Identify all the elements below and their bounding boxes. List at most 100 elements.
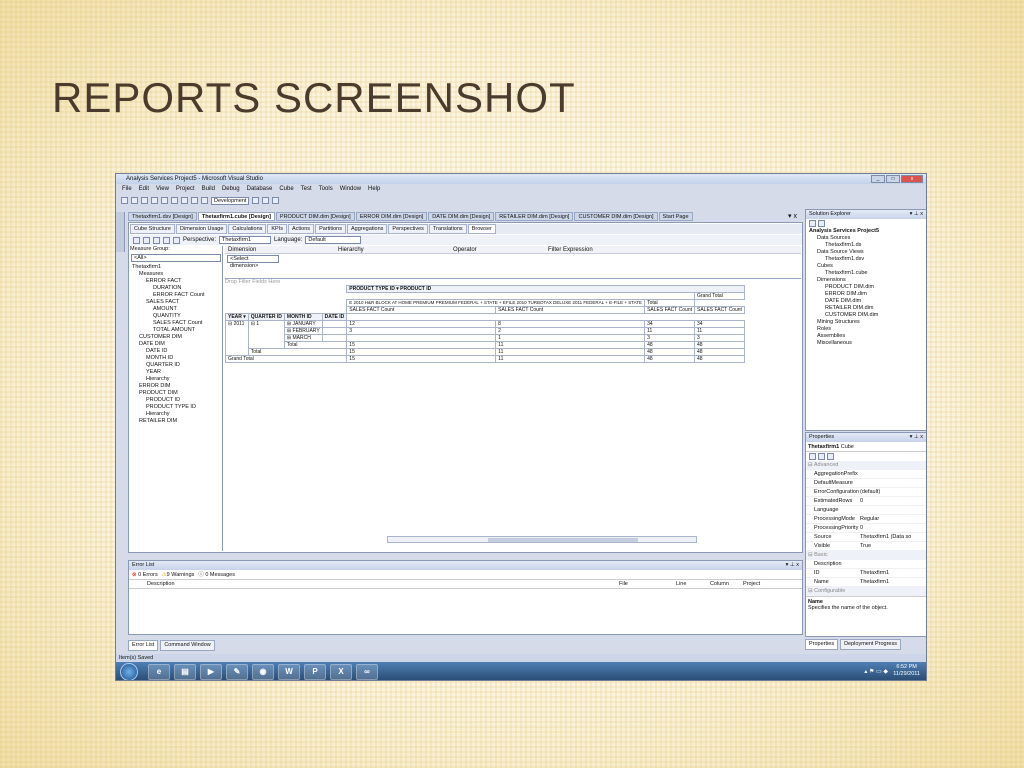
- clock[interactable]: 6:52 PM 11/29/2011: [893, 664, 920, 678]
- menu-item-build[interactable]: Build: [202, 185, 215, 194]
- property-row[interactable]: Language: [806, 506, 926, 515]
- firefox-icon[interactable]: ◉: [252, 664, 274, 680]
- designer-tab-aggregations[interactable]: Aggregations: [347, 224, 388, 234]
- property-value[interactable]: [858, 560, 926, 568]
- solution-tree-item[interactable]: DATE DIM.dim: [809, 298, 926, 305]
- designer-tab-translations[interactable]: Translations: [428, 224, 467, 234]
- doc-tab[interactable]: ERROR DIM.dim [Design]: [355, 212, 428, 221]
- ie-icon[interactable]: e: [148, 664, 170, 680]
- col-line[interactable]: Line: [676, 580, 710, 588]
- metadata-tree-item[interactable]: TOTAL AMOUNT: [130, 327, 222, 334]
- show-all-files-icon[interactable]: [809, 220, 816, 227]
- metadata-tree-item[interactable]: Hierarchy: [130, 411, 222, 418]
- menu-item-project[interactable]: Project: [176, 185, 195, 194]
- property-row[interactable]: EstimatedRows 0: [806, 497, 926, 506]
- metadata-tree-item[interactable]: Measures: [130, 271, 222, 278]
- pin-icon[interactable]: ▾ ⊥ x: [910, 210, 923, 219]
- metadata-tree-item[interactable]: CUSTOMER DIM: [130, 334, 222, 341]
- explorer-icon[interactable]: ▤: [174, 664, 196, 680]
- metadata-tree-item[interactable]: PRODUCT ID: [130, 397, 222, 404]
- start-debug-icon[interactable]: [201, 197, 208, 204]
- metadata-tree-item[interactable]: PRODUCT TYPE ID: [130, 404, 222, 411]
- redo-icon[interactable]: [191, 197, 198, 204]
- property-row[interactable]: Visible True: [806, 542, 926, 551]
- metadata-tree-item[interactable]: SALES FACT Count: [130, 320, 222, 327]
- menu-item-cube[interactable]: Cube: [279, 185, 293, 194]
- menu-item-file[interactable]: File: [122, 185, 132, 194]
- command-window-tab[interactable]: Command Window: [160, 640, 215, 651]
- messages-filter-button[interactable]: ⓘ 0 Messages: [198, 570, 235, 579]
- metadata-tree-item[interactable]: SALES FACT: [130, 299, 222, 306]
- property-value[interactable]: Thetaxfirm1 (Data so: [858, 533, 926, 541]
- metadata-tree-item[interactable]: ERROR FACT Count: [130, 292, 222, 299]
- metadata-tree-item[interactable]: QUARTER ID: [130, 362, 222, 369]
- solution-tree-item[interactable]: Miscellaneous: [809, 340, 926, 347]
- maximize-button[interactable]: □: [886, 175, 900, 183]
- doc-tab[interactable]: CUSTOMER DIM.dim [Design]: [574, 212, 658, 221]
- property-value[interactable]: Regular: [858, 515, 926, 523]
- property-value[interactable]: (default): [858, 488, 926, 496]
- solution-tree-item[interactable]: Cubes: [809, 263, 926, 270]
- media-player-icon[interactable]: ▶: [200, 664, 222, 680]
- metadata-tree-item[interactable]: Hierarchy: [130, 376, 222, 383]
- find-icon[interactable]: [252, 197, 260, 204]
- solution-tree-item[interactable]: Dimensions: [809, 277, 926, 284]
- menu-item-test[interactable]: Test: [301, 185, 312, 194]
- property-pages-icon[interactable]: [827, 453, 834, 460]
- doc-tab[interactable]: PRODUCT DIM.dim [Design]: [275, 212, 355, 221]
- error-list-tab[interactable]: Error List: [128, 640, 159, 651]
- solution-tree-item[interactable]: Data Source Views: [809, 249, 926, 256]
- scrollbar-thumb[interactable]: [488, 538, 638, 542]
- pin-icon[interactable]: ▾ ⊥ x: [786, 561, 799, 570]
- save-icon[interactable]: [131, 197, 138, 204]
- col-file[interactable]: File: [619, 580, 676, 588]
- designer-tab-actions[interactable]: Actions: [288, 224, 315, 234]
- solution-tree-item[interactable]: Data Sources: [809, 235, 926, 242]
- doc-tab[interactable]: RETAILER DIM.dim [Design]: [495, 212, 574, 221]
- toolbox-side-tab[interactable]: [116, 212, 125, 252]
- metadata-tree-item[interactable]: DATE ID: [130, 348, 222, 355]
- properties-tab[interactable]: Properties: [805, 639, 839, 650]
- metadata-tree-item[interactable]: PRODUCT DIM: [130, 390, 222, 397]
- designer-tab-perspectives[interactable]: Perspectives: [388, 224, 428, 234]
- metadata-tree-item[interactable]: Thetaxfirm1: [130, 264, 222, 271]
- close-button[interactable]: x: [901, 175, 923, 183]
- property-value[interactable]: [858, 470, 926, 478]
- deployment-tab[interactable]: Deployment Progress: [840, 639, 901, 650]
- column-field-header[interactable]: PRODUCT TYPE ID ▾ PRODUCT ID: [346, 285, 745, 293]
- col-column[interactable]: Column: [710, 580, 743, 588]
- property-value[interactable]: [858, 479, 926, 487]
- warnings-filter-button[interactable]: ⚠9 Warnings: [162, 570, 195, 579]
- solution-tree-item[interactable]: Analysis Services Project5: [809, 228, 926, 235]
- designer-tab-dimension-usage[interactable]: Dimension Usage: [176, 224, 228, 234]
- property-value[interactable]: Thetaxfirm1: [858, 569, 926, 577]
- doc-tab[interactable]: Thetaxfirm1.dsv [Design]: [128, 212, 197, 221]
- powerpoint-icon[interactable]: P: [304, 664, 326, 680]
- select-dimension[interactable]: <Select dimension>: [227, 255, 279, 269]
- solution-tree-item[interactable]: Thetaxfirm1.cube: [809, 270, 926, 277]
- metadata-tree-item[interactable]: ERROR FACT: [130, 278, 222, 285]
- solution-tree-item[interactable]: PRODUCT DIM.dim: [809, 284, 926, 291]
- solution-tree-item[interactable]: ERROR DIM.dim: [809, 291, 926, 298]
- horizontal-scrollbar[interactable]: [387, 536, 697, 543]
- copy-icon[interactable]: [161, 197, 168, 204]
- menu-item-database[interactable]: Database: [247, 185, 273, 194]
- process-icon[interactable]: [133, 236, 140, 244]
- row-field-year[interactable]: YEAR ▾: [225, 313, 249, 321]
- property-row[interactable]: ErrorConfiguration (default): [806, 488, 926, 497]
- designer-tab-browser[interactable]: Browser: [467, 224, 496, 234]
- row-field-quarter[interactable]: QUARTER ID: [247, 313, 285, 321]
- doc-tab[interactable]: DATE DIM.dim [Design]: [428, 212, 495, 221]
- metadata-tree-item[interactable]: DURATION: [130, 285, 222, 292]
- solution-tree-item[interactable]: CUSTOMER DIM.dim: [809, 312, 926, 319]
- toolbox-icon[interactable]: [272, 197, 280, 204]
- config-dropdown[interactable]: Development: [211, 196, 250, 205]
- designer-tab-kpis[interactable]: KPIs: [267, 224, 288, 234]
- solution-tree-item[interactable]: Roles: [809, 326, 926, 333]
- property-value[interactable]: [858, 506, 926, 514]
- measure-group-select[interactable]: <All>: [131, 254, 221, 262]
- sort-asc-icon[interactable]: [153, 236, 160, 244]
- property-row[interactable]: ID Thetaxfirm1: [806, 569, 926, 578]
- designer-tab-cube-structure[interactable]: Cube Structure: [130, 224, 175, 234]
- menu-item-view[interactable]: View: [156, 185, 169, 194]
